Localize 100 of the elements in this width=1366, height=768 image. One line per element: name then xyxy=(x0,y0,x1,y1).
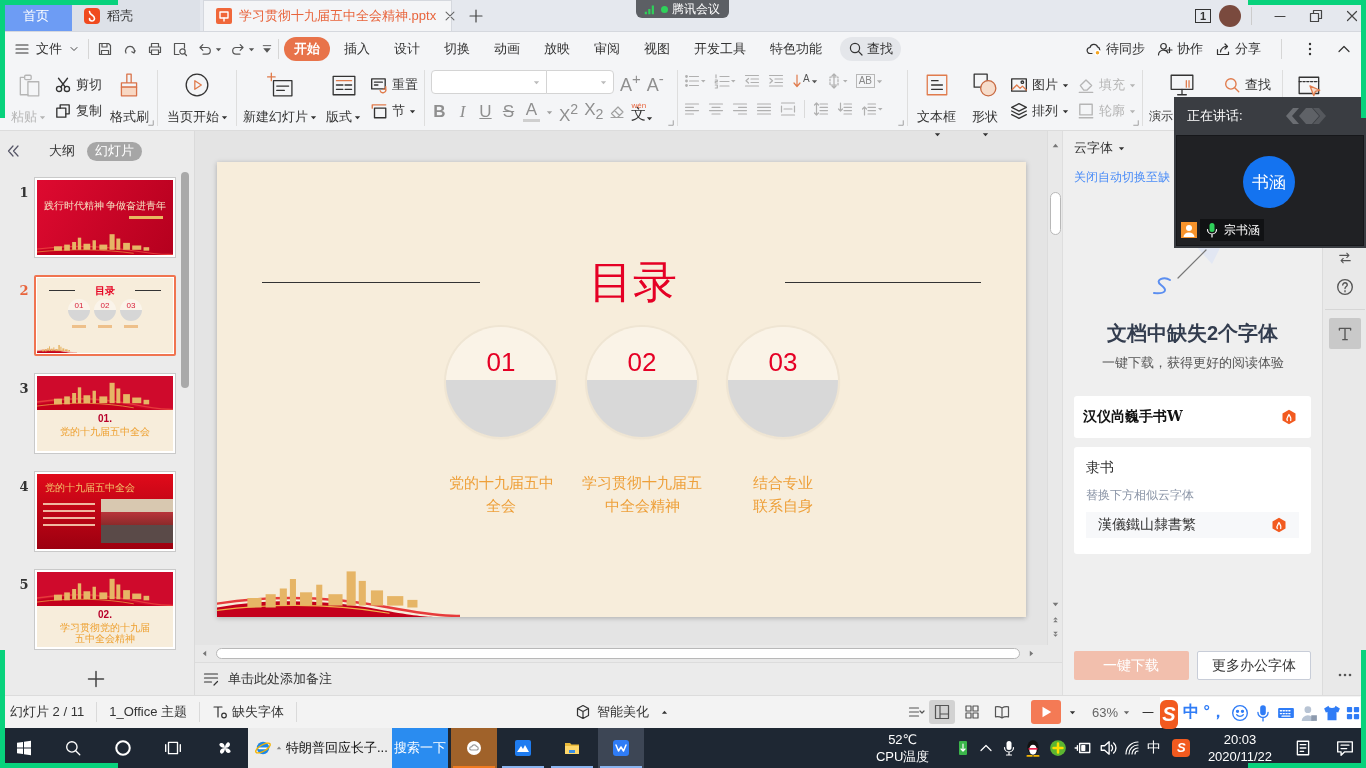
meeting-indicator[interactable]: 腾讯会议 xyxy=(636,0,729,18)
ribbon-tab[interactable]: 动画 xyxy=(484,37,530,61)
wifi-icon[interactable] xyxy=(1123,740,1140,756)
more-fonts-button[interactable]: 更多办公字体 xyxy=(1196,651,1311,680)
ribbon-tab[interactable]: 设计 xyxy=(384,37,430,61)
input-mode[interactable]: 中 xyxy=(1146,739,1161,757)
caret-icon[interactable] xyxy=(1069,708,1076,716)
view-mode-button[interactable] xyxy=(929,700,955,724)
insert-tool-button[interactable]: 排列 xyxy=(1010,100,1069,122)
font-option[interactable]: 漢儀鐵山隸書繁 xyxy=(1086,512,1299,538)
missing-fonts-button[interactable]: 缺失字体 xyxy=(212,703,284,721)
new-slide-button[interactable]: 新建幻灯片 xyxy=(243,70,318,126)
avatar[interactable] xyxy=(1219,4,1241,27)
notes-field[interactable]: 单击此处添加备注 xyxy=(195,662,1062,695)
eraser-icon[interactable] xyxy=(609,104,626,120)
input-mode[interactable]: 中 xyxy=(1182,702,1199,723)
pane-view-tab[interactable]: 大纲 xyxy=(41,141,83,161)
speaker-icon[interactable] xyxy=(1098,739,1117,757)
font-name-field[interactable] xyxy=(431,70,547,94)
preview-icon[interactable] xyxy=(172,41,188,57)
smart-beautify-button[interactable]: 智能美化 xyxy=(575,703,668,721)
text-box-button[interactable]: 文本框 xyxy=(914,70,960,126)
hexagon-flame-icon[interactable] xyxy=(1281,409,1297,425)
slide-thumbnail[interactable]: 践行时代精神 争做奋进青年 xyxy=(34,177,176,258)
meeting-speaker-dialog[interactable]: 正在讲话: 书涵 宗书涵 xyxy=(1174,97,1366,248)
insert-tool-button[interactable]: 图片 xyxy=(1010,74,1069,96)
cut-button[interactable]: 剪切 xyxy=(53,74,102,96)
scroll-right-icon[interactable] xyxy=(1027,649,1036,658)
scroll-thumb[interactable] xyxy=(1049,192,1061,235)
add-slide-icon[interactable] xyxy=(86,668,106,689)
hexagon-flame-icon[interactable] xyxy=(1271,517,1287,533)
window-count[interactable]: 1 xyxy=(1194,8,1211,23)
message-icon[interactable] xyxy=(1336,739,1354,757)
print-icon[interactable] xyxy=(147,41,163,57)
search-button[interactable]: 查找 xyxy=(840,37,901,61)
ribbon-tab[interactable]: 特色功能 xyxy=(760,37,832,61)
slide-thumbnail[interactable]: 党的十九届五中全会 xyxy=(34,471,176,552)
font-card[interactable]: 汉仪尚巍手书W xyxy=(1074,396,1311,438)
search-icon[interactable] xyxy=(64,739,82,757)
ribbon-tab[interactable]: 切换 xyxy=(434,37,480,61)
zoom-level-dropdown[interactable]: 63% xyxy=(1092,704,1130,720)
font-size-field[interactable] xyxy=(546,70,614,94)
share-button[interactable]: 分享 xyxy=(1215,40,1261,58)
new-tab-icon[interactable] xyxy=(468,8,484,24)
copy-button[interactable]: 复制 xyxy=(53,100,102,122)
scroll-left-icon[interactable] xyxy=(200,649,209,658)
layout-button[interactable]: 版式 xyxy=(323,70,364,126)
reset-button[interactable]: 重置 xyxy=(370,74,418,96)
redo-icon[interactable] xyxy=(230,41,246,57)
sync-button[interactable]: 待同步 xyxy=(1086,40,1145,58)
smiley-icon[interactable] xyxy=(1231,703,1249,722)
swap-icon xyxy=(1337,251,1352,265)
caret-icon[interactable] xyxy=(248,45,255,53)
caret-icon[interactable] xyxy=(215,45,222,53)
collapse-pane-icon[interactable] xyxy=(5,143,21,159)
ribbon-tab[interactable]: 放映 xyxy=(534,37,580,61)
previous-slide-icon[interactable] xyxy=(1050,615,1060,624)
slideshow-button[interactable] xyxy=(1031,700,1061,724)
punctuation-mode[interactable]: °， xyxy=(1203,702,1226,723)
caret-up-icon xyxy=(276,745,282,751)
dropdown-icon[interactable] xyxy=(261,43,273,55)
slide-thumbnail[interactable]: 目录 01 02 03 xyxy=(34,275,176,356)
ribbon-tab[interactable]: 视图 xyxy=(634,37,680,61)
scroll-thumb[interactable] xyxy=(181,172,189,388)
notes-toggle-icon[interactable] xyxy=(908,704,925,720)
clock-date[interactable]: 2020/11/22 xyxy=(1207,748,1272,765)
slide-thumbnail[interactable]: 02. 学习贯彻党的十九届五中全会精神 xyxy=(34,569,176,650)
vertical-scrollbar[interactable] xyxy=(1047,131,1062,645)
shirt-icon[interactable] xyxy=(1323,703,1341,722)
plus-circle-icon[interactable] xyxy=(1048,739,1067,757)
ribbon-tab[interactable]: 开发工具 xyxy=(684,37,756,61)
save-icon[interactable] xyxy=(97,41,113,57)
user-icon[interactable] xyxy=(1300,703,1318,722)
document-icon[interactable] xyxy=(1294,739,1312,757)
task-view-icon[interactable] xyxy=(164,739,182,757)
file-menu[interactable]: 文件 xyxy=(14,40,80,58)
ring-icon[interactable] xyxy=(114,739,132,757)
collaborate-button[interactable]: 协作 xyxy=(1157,40,1203,58)
ribbon-tab[interactable]: 审阅 xyxy=(584,37,630,61)
find-button[interactable]: 查找 xyxy=(1223,74,1271,96)
scroll-up-icon[interactable] xyxy=(1050,141,1060,150)
ribbon-tab[interactable]: 插入 xyxy=(334,37,380,61)
slide-thumbnail[interactable]: 01. 党的十九届五中全会 xyxy=(34,373,176,454)
scroll-down-icon[interactable] xyxy=(1050,600,1060,609)
restore-icon[interactable] xyxy=(1308,7,1324,24)
scroll-thumb[interactable] xyxy=(216,648,1020,659)
side-tool-button[interactable] xyxy=(1328,318,1361,349)
undo-icon[interactable] xyxy=(197,41,213,57)
panel-title-dropdown[interactable]: 云字体 xyxy=(1074,139,1125,157)
section-button[interactable]: 节 xyxy=(370,100,418,122)
start-icon[interactable] xyxy=(16,740,32,756)
format-painter-button[interactable]: 格式刷 xyxy=(107,70,151,126)
shape-button[interactable]: 形状 xyxy=(967,70,1002,126)
app-tab[interactable]: 稻壳 xyxy=(72,0,200,31)
sort-button[interactable]: A xyxy=(792,73,818,89)
play-from-current-button[interactable]: 当页开始 xyxy=(164,70,230,126)
grid-icon[interactable] xyxy=(1346,705,1360,720)
monitor-icon xyxy=(1169,72,1195,98)
clock-time[interactable]: 20:03 xyxy=(1223,731,1257,748)
web-search-field[interactable]: 特朗普回应长子... xyxy=(248,728,392,768)
